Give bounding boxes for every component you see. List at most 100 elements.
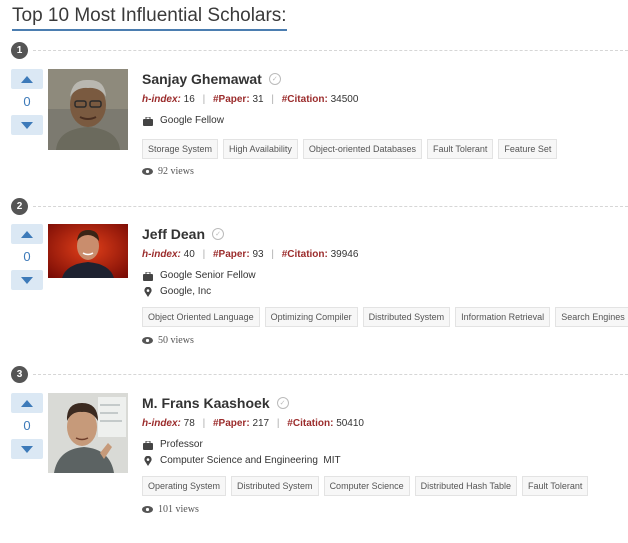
eye-icon bbox=[142, 506, 153, 513]
divider bbox=[33, 50, 628, 51]
separator: | bbox=[271, 94, 274, 105]
rank-divider-1: 1 bbox=[11, 42, 628, 59]
tag[interactable]: Computer Science bbox=[323, 476, 410, 496]
vote-widget: 0 bbox=[11, 224, 43, 290]
briefcase-icon bbox=[142, 440, 154, 450]
scholar-stats: h-index: 78 | #Paper: 217 | #Citation: 5… bbox=[142, 417, 628, 431]
chevron-down-icon bbox=[21, 121, 33, 129]
tag[interactable]: Distributed Hash Table bbox=[414, 476, 517, 496]
chevron-up-icon bbox=[21, 75, 33, 83]
scholar-title-row: Google Fellow bbox=[142, 113, 628, 129]
vote-count: 0 bbox=[23, 94, 31, 109]
tag-list: Object Oriented Language Optimizing Comp… bbox=[142, 307, 628, 327]
citation-value: 50410 bbox=[336, 418, 364, 429]
eye-icon bbox=[142, 168, 153, 175]
tag-list: Operating System Distributed System Comp… bbox=[142, 476, 589, 496]
eye-icon bbox=[142, 337, 153, 344]
upvote-button[interactable] bbox=[11, 224, 43, 244]
downvote-button[interactable] bbox=[11, 439, 43, 459]
hindex-value: 40 bbox=[183, 249, 195, 260]
views-text: 50 views bbox=[158, 335, 194, 346]
scholar-name[interactable]: Sanjay Ghemawat bbox=[142, 71, 262, 87]
chevron-up-icon bbox=[21, 399, 33, 407]
map-pin-icon bbox=[142, 456, 154, 466]
tag[interactable]: Search Engines bbox=[555, 307, 628, 327]
scholar-card-1: 0 Sanjay Ghemawat ✓ h-index: 16 | #Paper… bbox=[0, 69, 628, 219]
separator: | bbox=[202, 418, 206, 429]
check-circle-icon: ✓ bbox=[268, 73, 281, 85]
scholar-photo[interactable] bbox=[48, 393, 128, 474]
citation-label: #Citation: bbox=[287, 418, 334, 429]
hindex-label: h-index: bbox=[142, 418, 181, 429]
hindex-label: h-index: bbox=[142, 249, 181, 260]
scholar-card-2: 0 Jeff Dean ✓ h-index: 40 | #Paper: 93 |… bbox=[0, 224, 628, 374]
paper-label: #Paper: bbox=[212, 249, 250, 260]
tag[interactable]: Fault Tolerant bbox=[522, 476, 589, 496]
divider bbox=[33, 374, 628, 375]
downvote-button[interactable] bbox=[11, 115, 43, 135]
scholar-title: Professor bbox=[160, 439, 203, 450]
paper-label: #Paper: bbox=[212, 418, 250, 429]
scholar-affiliation-row: Computer Science and Engineering MIT bbox=[142, 453, 628, 469]
tag[interactable]: Distributed System bbox=[231, 476, 319, 496]
scholar-affiliation-row: Google, Inc bbox=[142, 284, 628, 300]
downvote-button[interactable] bbox=[11, 270, 43, 290]
hindex-label: h-index: bbox=[142, 94, 181, 105]
paper-value: 217 bbox=[252, 418, 270, 429]
separator: | bbox=[202, 94, 206, 105]
view-count: 101 views bbox=[142, 504, 199, 515]
briefcase-icon bbox=[142, 116, 154, 126]
separator: | bbox=[202, 249, 206, 260]
tag[interactable]: Object Oriented Language bbox=[142, 307, 260, 327]
tag[interactable]: Fault Tolerant bbox=[426, 139, 494, 159]
tag[interactable]: Distributed System bbox=[362, 307, 451, 327]
tag[interactable]: Object-oriented Databases bbox=[302, 139, 422, 159]
briefcase-icon bbox=[142, 271, 154, 281]
rank-badge: 3 bbox=[11, 366, 28, 383]
paper-value: 93 bbox=[252, 249, 264, 260]
hindex-value: 78 bbox=[183, 418, 195, 429]
separator: | bbox=[271, 249, 274, 260]
hindex-value: 16 bbox=[183, 94, 195, 105]
rank-divider-3: 3 bbox=[11, 366, 628, 383]
map-pin-icon bbox=[142, 287, 154, 297]
rank-badge: 2 bbox=[11, 198, 28, 215]
scholar-affiliation: Google, Inc bbox=[160, 286, 212, 297]
tag[interactable]: Optimizing Compiler bbox=[264, 307, 358, 327]
page-title: Top 10 Most Influential Scholars: bbox=[12, 4, 287, 31]
scholar-photo[interactable] bbox=[48, 224, 128, 305]
scholar-title: Google Fellow bbox=[160, 115, 224, 126]
scholar-title-row: Professor bbox=[142, 437, 628, 453]
tag[interactable]: High Availability bbox=[223, 139, 298, 159]
scholar-affiliation: Computer Science and Engineering MIT bbox=[160, 455, 341, 466]
tag[interactable]: Feature Set bbox=[498, 139, 558, 159]
chevron-down-icon bbox=[21, 445, 33, 453]
upvote-button[interactable] bbox=[11, 69, 43, 89]
citation-label: #Citation: bbox=[281, 249, 328, 260]
views-text: 101 views bbox=[158, 504, 199, 515]
scholar-photo[interactable] bbox=[48, 69, 128, 150]
separator: | bbox=[276, 418, 280, 429]
scholar-title-row: Google Senior Fellow bbox=[142, 268, 628, 284]
citation-value: 39946 bbox=[330, 249, 359, 260]
vote-count: 0 bbox=[23, 418, 31, 433]
scholar-info: Sanjay Ghemawat ✓ h-index: 16 | #Paper: … bbox=[142, 69, 628, 177]
views-text: 92 views bbox=[158, 166, 194, 177]
paper-value: 31 bbox=[252, 94, 264, 105]
rank-badge: 1 bbox=[11, 42, 28, 59]
tag[interactable]: Operating System bbox=[142, 476, 227, 496]
scholar-name[interactable]: Jeff Dean bbox=[142, 226, 205, 242]
view-count: 50 views bbox=[142, 335, 194, 346]
vote-widget: 0 bbox=[11, 69, 43, 135]
rank-divider-2: 2 bbox=[11, 198, 628, 215]
citation-label: #Citation: bbox=[281, 94, 328, 105]
upvote-button[interactable] bbox=[11, 393, 43, 413]
vote-count: 0 bbox=[23, 249, 31, 264]
paper-label: #Paper: bbox=[212, 94, 250, 105]
view-count: 92 views bbox=[142, 166, 194, 177]
scholar-card-3: 0 M. Frans Kaashoek ✓ h-index: 78 | #Pap… bbox=[0, 393, 628, 543]
scholar-stats: h-index: 40 | #Paper: 93 | #Citation: 39… bbox=[142, 248, 628, 262]
tag[interactable]: Information Retrieval bbox=[455, 307, 551, 327]
scholar-name[interactable]: M. Frans Kaashoek bbox=[142, 395, 270, 411]
tag[interactable]: Storage System bbox=[142, 139, 219, 159]
